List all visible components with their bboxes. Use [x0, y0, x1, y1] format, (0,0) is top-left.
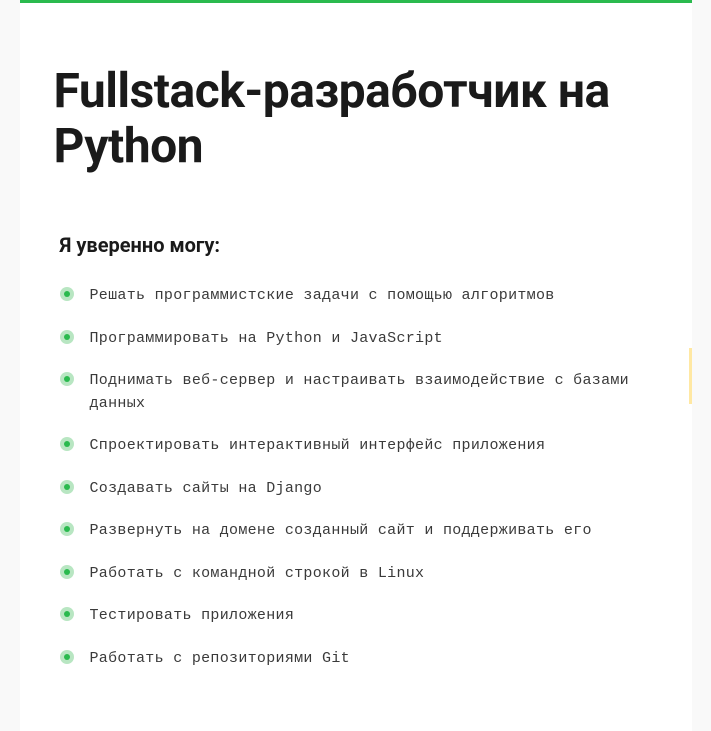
bullet-icon — [60, 287, 74, 301]
skill-text: Работать с репозиториями Git — [90, 648, 350, 671]
list-item: Поднимать веб-сервер и настраивать взаим… — [60, 370, 658, 415]
bullet-icon — [60, 480, 74, 494]
skill-list: Решать программистские задачи с помощью … — [54, 285, 658, 670]
list-item: Создавать сайты на Django — [60, 478, 658, 501]
main-container: Fullstack-разработчик на Python Я уверен… — [20, 0, 692, 731]
list-item: Работать с командной строкой в Linux — [60, 563, 658, 586]
skill-text: Спроектировать интерактивный интерфейс п… — [90, 435, 546, 458]
skill-text: Тестировать приложения — [90, 605, 295, 628]
bullet-icon — [60, 522, 74, 536]
side-accent — [689, 348, 692, 404]
content-area: Fullstack-разработчик на Python Я уверен… — [20, 3, 692, 710]
skill-text: Поднимать веб-сервер и настраивать взаим… — [90, 370, 658, 415]
bullet-icon — [60, 330, 74, 344]
bullet-icon — [60, 372, 74, 386]
list-item: Программировать на Python и JavaScript — [60, 328, 658, 351]
bullet-icon — [60, 607, 74, 621]
bullet-icon — [60, 565, 74, 579]
list-item: Тестировать приложения — [60, 605, 658, 628]
bullet-icon — [60, 437, 74, 451]
list-item: Развернуть на домене созданный сайт и по… — [60, 520, 658, 543]
page-title: Fullstack-разработчик на Python — [54, 63, 658, 173]
subtitle: Я уверенно могу: — [60, 233, 658, 257]
skill-text: Решать программистские задачи с помощью … — [90, 285, 555, 308]
bullet-icon — [60, 650, 74, 664]
list-item: Спроектировать интерактивный интерфейс п… — [60, 435, 658, 458]
list-item: Решать программистские задачи с помощью … — [60, 285, 658, 308]
skill-text: Работать с командной строкой в Linux — [90, 563, 425, 586]
list-item: Работать с репозиториями Git — [60, 648, 658, 671]
skill-text: Развернуть на домене созданный сайт и по… — [90, 520, 592, 543]
skill-text: Программировать на Python и JavaScript — [90, 328, 443, 351]
skill-text: Создавать сайты на Django — [90, 478, 323, 501]
